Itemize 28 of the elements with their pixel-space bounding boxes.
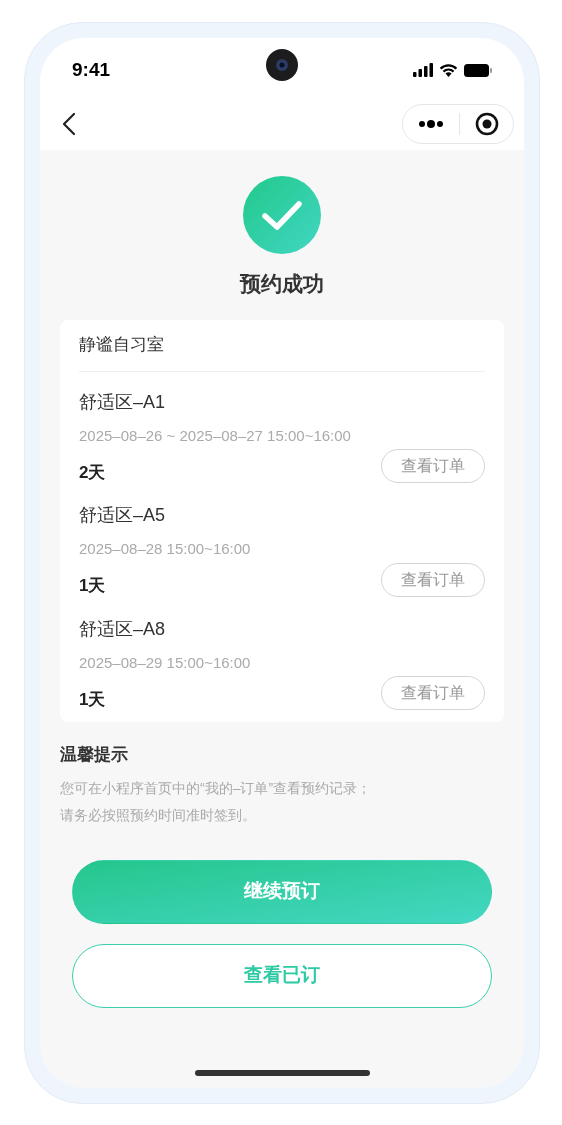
success-check-icon <box>243 176 321 254</box>
booking-time: 2025–08–28 15:00~16:00 <box>79 539 252 559</box>
camera-icon <box>266 49 298 81</box>
status-time: 9:41 <box>72 57 111 82</box>
view-booked-button[interactable]: 查看已订 <box>72 943 492 1008</box>
booking-time: 2025–08–29 15:00~16:00 <box>79 652 252 673</box>
view-order-button[interactable]: 查看订单 <box>381 562 485 597</box>
booking-duration: 1天 <box>79 575 106 597</box>
signal-icon <box>413 63 433 77</box>
seat-name: 舒适区–A8 <box>79 617 167 641</box>
tips-title: 温馨提示 <box>60 744 129 766</box>
tip-text: 您可在小程序首页中的“我的–订单”查看预约记录； <box>60 778 373 798</box>
view-order-button[interactable]: 查看订单 <box>381 676 485 711</box>
battery-icon <box>464 63 492 77</box>
more-icon[interactable] <box>418 120 444 128</box>
tip-text: 请务必按照预约时间准时签到。 <box>60 805 257 825</box>
booking-duration: 2天 <box>79 461 106 484</box>
success-title: 预约成功 <box>240 271 324 297</box>
seat-name: 舒适区–A1 <box>79 390 167 414</box>
continue-booking-button[interactable]: 继续预订 <box>72 859 492 924</box>
back-icon[interactable] <box>62 112 76 136</box>
view-order-button[interactable]: 查看订单 <box>381 449 485 484</box>
booking-duration: 1天 <box>79 688 106 711</box>
wifi-icon <box>439 63 458 77</box>
seat-name: 舒适区–A5 <box>79 504 167 527</box>
venue-name: 静谧自习室 <box>79 334 164 357</box>
close-mini-program-icon[interactable] <box>474 112 499 136</box>
booking-time: 2025–08–26 ~ 2025–08–27 15:00~16:00 <box>79 425 352 446</box>
